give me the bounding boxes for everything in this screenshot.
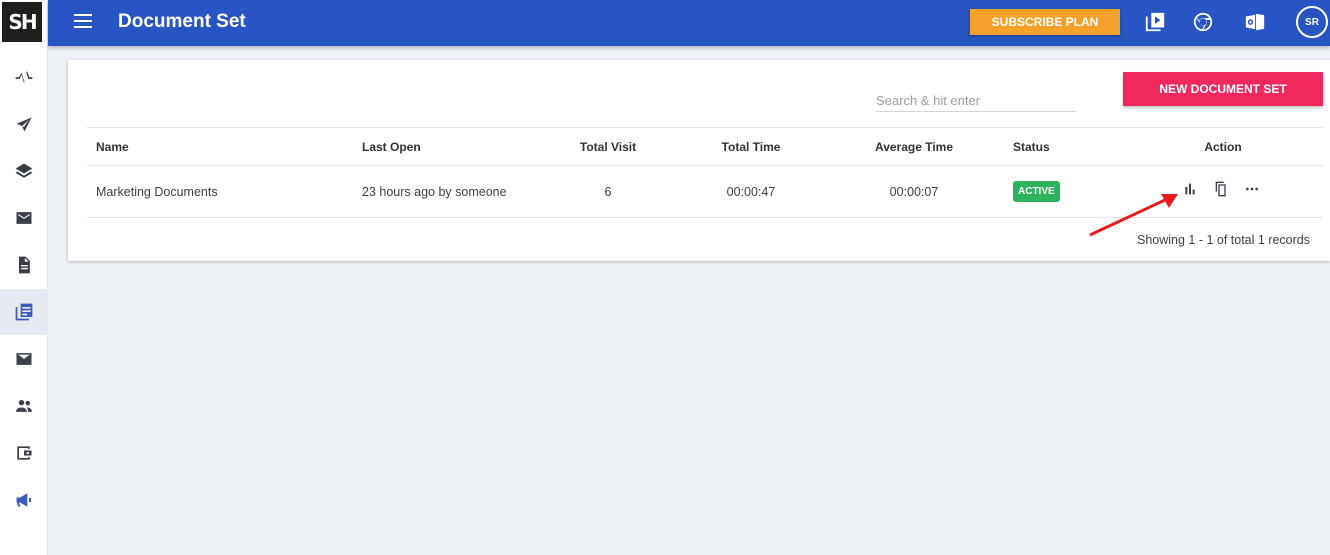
top-header: Document Set SUBSCRIBE PLAN SR [48, 0, 1330, 46]
column-header-last-open: Last Open [362, 140, 421, 154]
document-icon [19, 256, 30, 274]
sidebar-item-document-set[interactable] [0, 289, 48, 335]
page-title: Document Set [118, 11, 246, 32]
wallet-icon [17, 446, 32, 460]
table-divider [87, 127, 1323, 128]
column-header-name: Name [96, 140, 129, 154]
chrome-icon[interactable] [1191, 10, 1215, 34]
sidebar-item-campaigns[interactable] [0, 477, 48, 523]
app-logo[interactable]: SH [2, 2, 42, 42]
people-icon [16, 400, 32, 412]
layers-icon [15, 163, 33, 178]
column-header-total-visit: Total Visit [579, 140, 637, 154]
cell-name: Marketing Documents [96, 185, 218, 199]
document-set-icon [15, 303, 33, 321]
sidebar-item-layers[interactable] [0, 148, 48, 194]
sidebar-item-people[interactable] [0, 383, 48, 429]
sidebar-item-activity[interactable] [0, 55, 48, 101]
annotation-arrow-icon [1089, 194, 1178, 237]
sidebar-item-document[interactable] [0, 242, 48, 288]
subscribe-plan-button[interactable]: SUBSCRIBE PLAN [970, 9, 1120, 35]
column-header-status: Status [1013, 140, 1050, 154]
copy-icon[interactable] [1212, 180, 1230, 198]
column-header-total-time: Total Time [721, 140, 781, 154]
column-header-action: Action [1204, 140, 1242, 154]
search-input[interactable] [876, 90, 1076, 112]
inbox-icon [16, 353, 32, 365]
new-document-set-button[interactable]: NEW DOCUMENT SET [1123, 72, 1323, 106]
sidebar-item-mail[interactable] [0, 195, 48, 241]
sidebar-item-inbox[interactable] [0, 336, 48, 382]
video-icon[interactable] [1143, 10, 1167, 34]
column-header-average-time: Average Time [874, 140, 954, 154]
cell-last-open: 23 hours ago by someone [362, 185, 507, 199]
cell-total-time: 00:00:47 [726, 185, 776, 199]
sidebar: SH [0, 0, 48, 555]
table-divider [87, 165, 1323, 166]
activity-icon [15, 70, 33, 83]
user-avatar[interactable]: SR [1296, 6, 1328, 38]
mail-icon [16, 212, 32, 224]
sidebar-item-wallet[interactable] [0, 430, 48, 476]
status-badge: ACTIVE [1013, 181, 1060, 202]
sidebar-item-send[interactable] [0, 102, 48, 148]
cell-average-time: 00:00:07 [889, 185, 939, 199]
menu-icon[interactable] [74, 14, 94, 30]
cell-total-visit: 6 [604, 185, 612, 199]
megaphone-icon [16, 493, 32, 507]
outlook-icon[interactable] [1243, 10, 1267, 34]
send-icon [16, 117, 32, 132]
more-icon[interactable] [1243, 180, 1261, 198]
